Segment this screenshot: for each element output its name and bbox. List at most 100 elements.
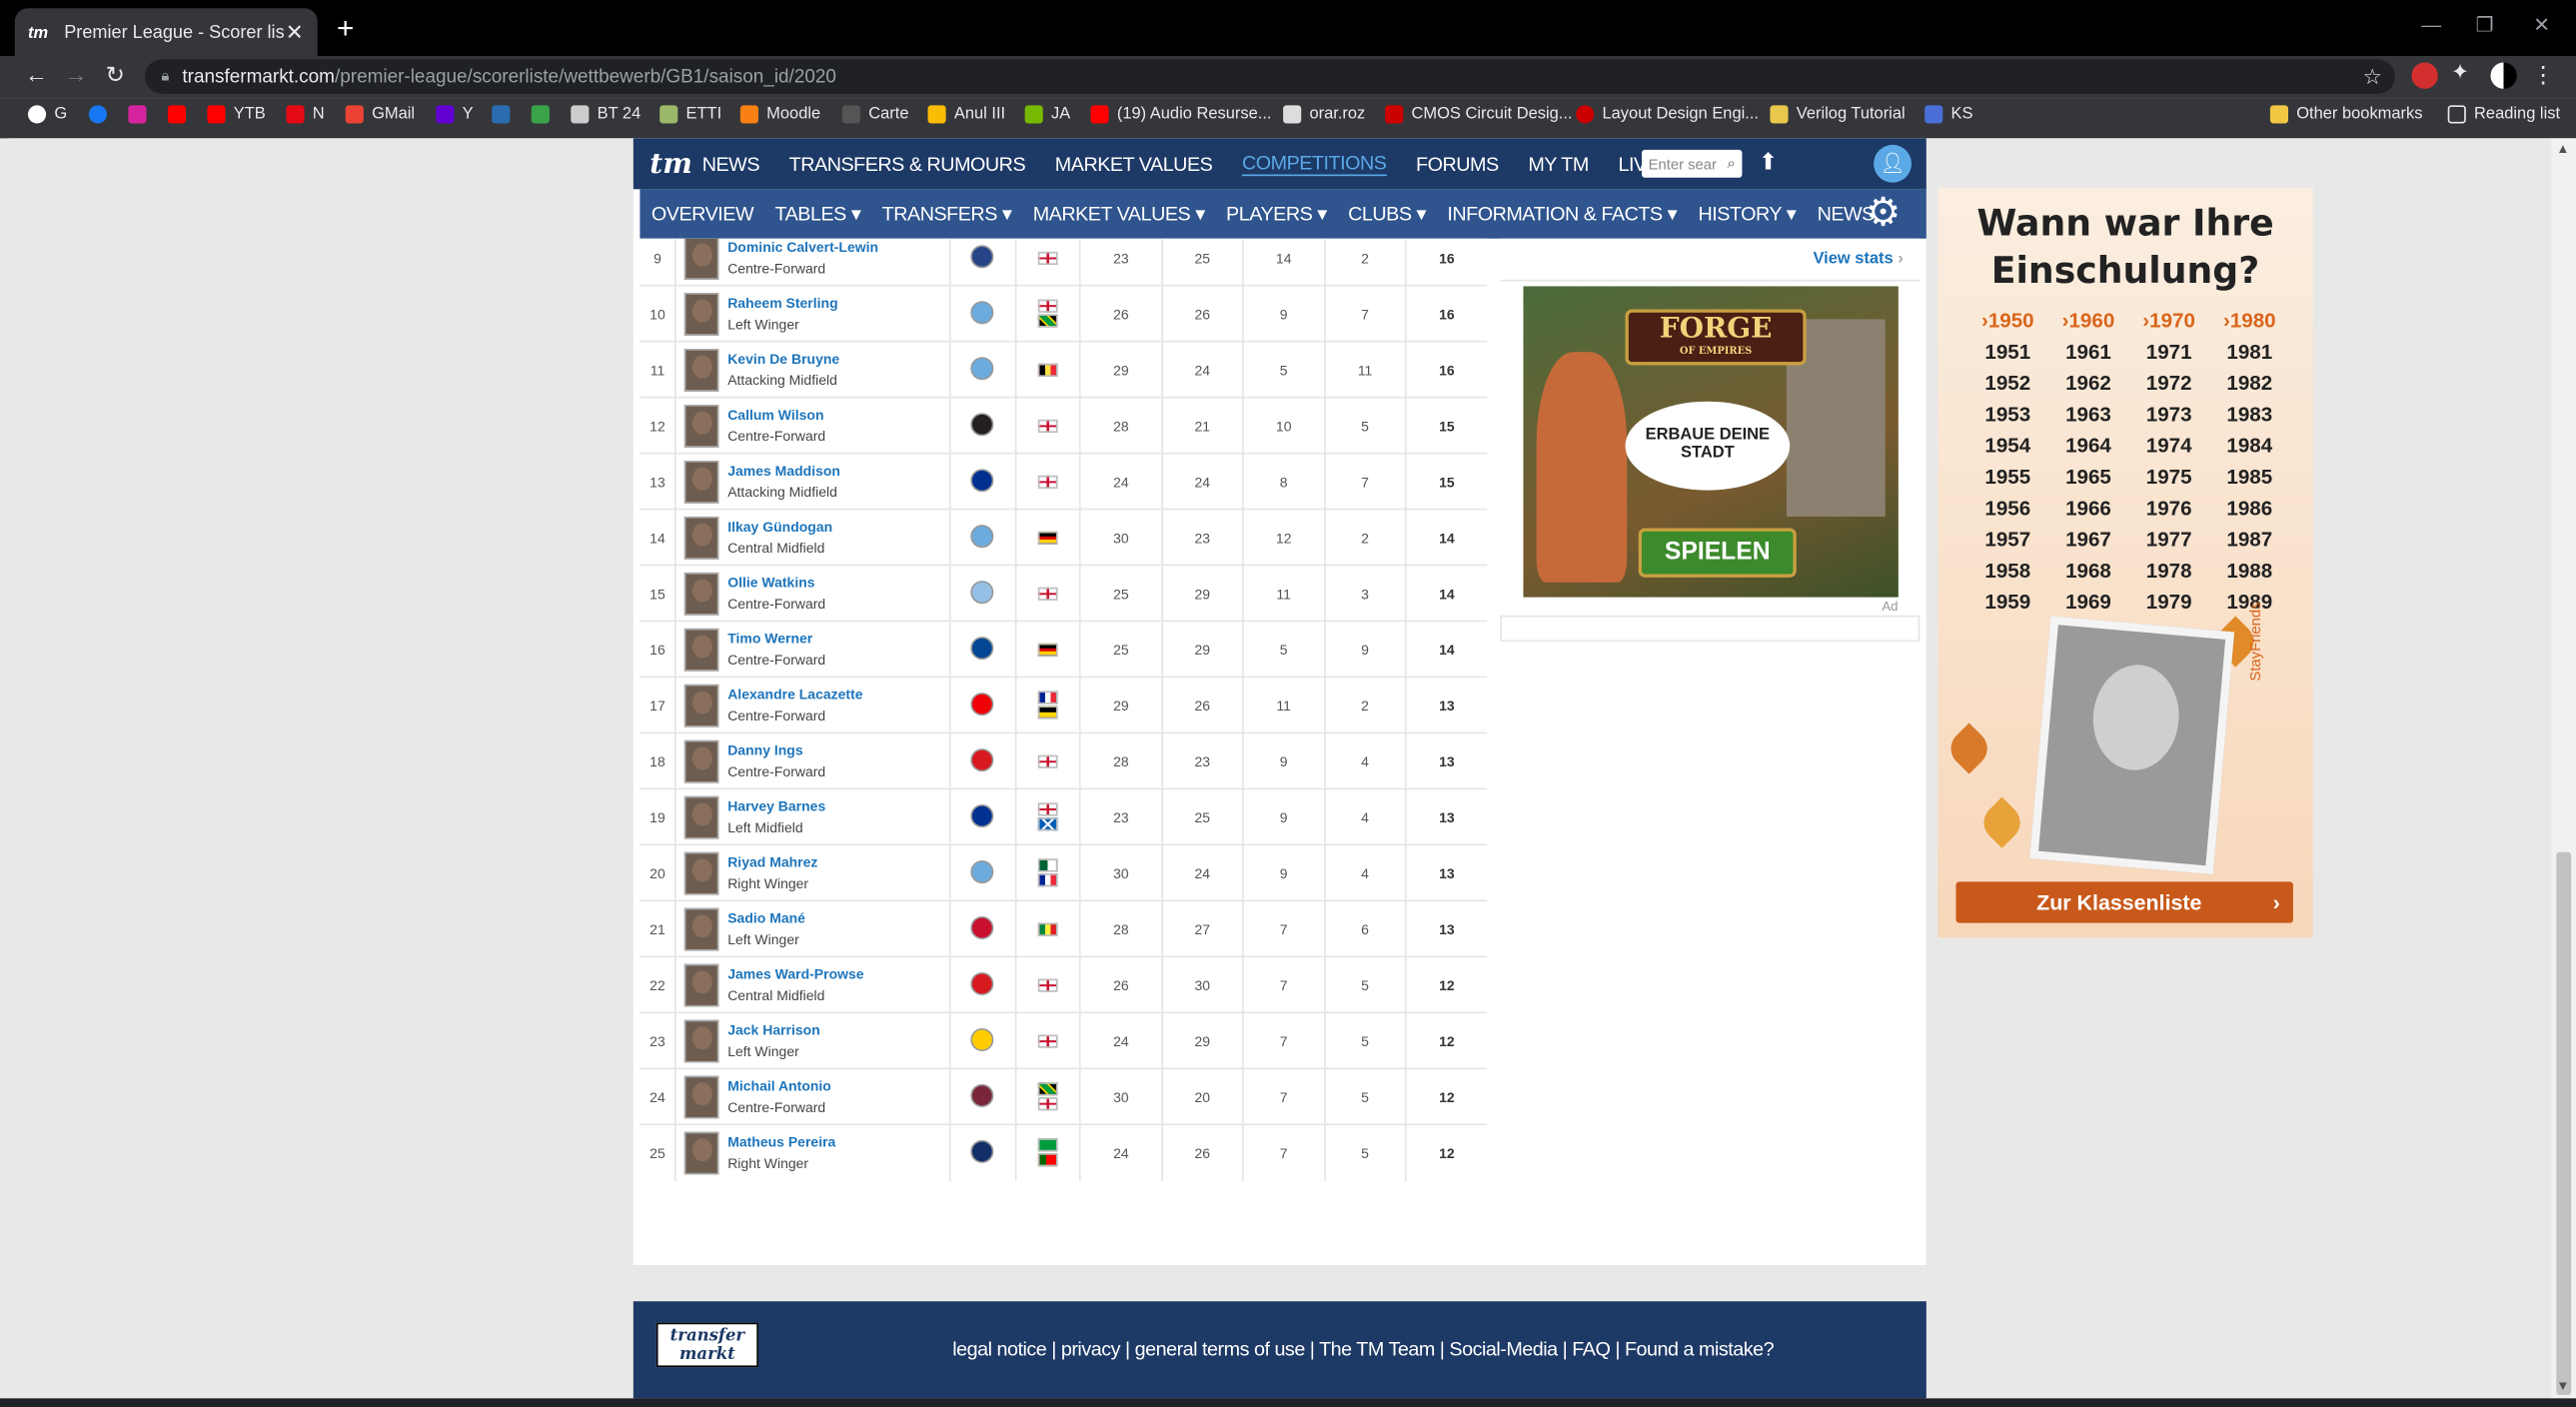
scroll-down-icon[interactable]: ▼ — [2556, 1379, 2569, 1394]
player-name-link[interactable]: Harvey Barnes — [727, 795, 825, 816]
player-photo[interactable] — [684, 850, 719, 894]
menu-kebab-icon[interactable]: ⋮ — [2530, 61, 2556, 89]
year-link[interactable]: 1961 — [2048, 339, 2129, 367]
year-link[interactable]: ›1980 — [2209, 308, 2290, 336]
nav-news[interactable]: NEWS — [702, 152, 760, 175]
player-name-link[interactable]: Raheem Sterling — [727, 292, 837, 313]
footer-links[interactable]: legal notice | privacy | general terms o… — [952, 1337, 1774, 1360]
club-crest-icon[interactable] — [970, 1139, 994, 1163]
search-input[interactable]: Enter sear ⌕ — [1642, 149, 1743, 178]
player-name-link[interactable]: Dominic Calvert-Lewin — [727, 239, 878, 258]
year-link[interactable]: 1967 — [2048, 527, 2129, 555]
club-crest-icon[interactable] — [970, 692, 994, 715]
year-link[interactable]: 1973 — [2128, 402, 2209, 430]
player-name-link[interactable]: Riyad Mahrez — [727, 851, 817, 872]
bookmark-item[interactable]: KS — [1925, 105, 1972, 124]
forge-of-empires-ad[interactable]: FORGE OF EMPIRES ERBAUE DEINE STADT SPIEL… — [1523, 286, 1899, 598]
club-crest-icon[interactable] — [970, 524, 994, 548]
bookmark-item[interactable]: Moodle — [739, 105, 820, 124]
subnav-players[interactable]: PLAYERS ▾ — [1226, 202, 1327, 225]
back-icon[interactable]: ← — [23, 61, 49, 87]
year-link[interactable]: 1985 — [2209, 464, 2290, 492]
player-name-link[interactable]: Danny Ings — [727, 739, 825, 760]
close-tab-icon[interactable]: ✕ — [285, 19, 305, 45]
year-link[interactable]: 1977 — [2128, 527, 2209, 555]
player-photo[interactable] — [684, 628, 719, 671]
year-link[interactable]: 1955 — [1967, 464, 2048, 492]
player-photo[interactable] — [684, 460, 719, 503]
bookmark-item[interactable]: BT 24 — [571, 105, 641, 124]
bookmark-item[interactable]: Verilog Tutorial — [1770, 105, 1906, 124]
club-crest-icon[interactable] — [970, 244, 994, 268]
bookmark-item[interactable]: orar.roz — [1283, 105, 1365, 124]
year-link[interactable]: 1954 — [1967, 433, 2048, 461]
tm-logo[interactable]: tm — [649, 147, 692, 180]
club-crest-icon[interactable] — [970, 580, 994, 604]
year-link[interactable]: 1982 — [2209, 370, 2290, 398]
year-link[interactable]: 1974 — [2128, 433, 2209, 461]
nav-forums[interactable]: FORUMS — [1416, 152, 1499, 175]
year-link[interactable]: 1962 — [2048, 370, 2129, 398]
year-link[interactable]: 1986 — [2209, 496, 2290, 524]
subnav-information[interactable]: INFORMATION & FACTS ▾ — [1447, 202, 1677, 225]
player-name-link[interactable]: Kevin De Bruyne — [727, 348, 839, 369]
player-photo[interactable] — [684, 684, 719, 726]
subnav-transfers[interactable]: TRANSFERS ▾ — [882, 202, 1012, 225]
nav-transfers[interactable]: TRANSFERS & RUMOURS — [789, 152, 1026, 175]
subnav-clubs[interactable]: CLUBS ▾ — [1348, 202, 1426, 225]
year-link[interactable]: 1966 — [2048, 496, 2129, 524]
year-link[interactable]: 1965 — [2048, 464, 2129, 492]
player-photo[interactable] — [684, 739, 719, 782]
club-crest-icon[interactable] — [970, 1083, 994, 1107]
player-photo[interactable] — [684, 572, 719, 615]
bookmark-star-icon[interactable]: ☆ — [2363, 63, 2382, 89]
club-crest-icon[interactable] — [970, 803, 994, 827]
year-link[interactable]: 1969 — [2048, 589, 2129, 617]
player-photo[interactable] — [684, 404, 719, 447]
year-link[interactable]: 1976 — [2128, 496, 2209, 524]
year-link[interactable]: 1963 — [2048, 402, 2129, 430]
bookmark-item[interactable]: N — [286, 105, 325, 124]
player-photo[interactable] — [684, 516, 719, 559]
profile-avatar-icon[interactable] — [2490, 62, 2517, 89]
upload-arrow-icon[interactable]: ⬆ — [1759, 148, 1778, 176]
year-link[interactable]: 1979 — [2128, 589, 2209, 617]
year-link[interactable]: ›1960 — [2048, 308, 2129, 336]
scroll-up-icon[interactable]: ▲ — [2556, 142, 2569, 157]
club-crest-icon[interactable] — [970, 971, 994, 995]
subnav-tables[interactable]: TABLES ▾ — [775, 202, 861, 225]
player-photo[interactable] — [684, 292, 719, 336]
footer-logo[interactable]: transfer markt — [655, 1322, 758, 1368]
player-photo[interactable] — [684, 238, 719, 280]
year-link[interactable]: 1978 — [2128, 558, 2209, 586]
forward-icon[interactable]: → — [63, 61, 89, 87]
year-link[interactable]: 1952 — [1967, 370, 2048, 398]
player-photo[interactable] — [684, 794, 719, 838]
player-name-link[interactable]: Michail Antonio — [727, 1075, 831, 1096]
bookmark-item[interactable]: Y — [436, 105, 474, 124]
year-link[interactable]: 1953 — [1967, 402, 2048, 430]
player-name-link[interactable]: Timo Werner — [727, 628, 825, 649]
year-link[interactable]: 1981 — [2209, 339, 2290, 367]
bookmark-item[interactable]: YTB — [207, 105, 266, 124]
reload-icon[interactable]: ↻ — [102, 61, 128, 89]
club-crest-icon[interactable] — [970, 859, 994, 883]
restore-icon[interactable]: ❐ — [2476, 13, 2494, 36]
club-crest-icon[interactable] — [970, 747, 994, 771]
nav-market-values[interactable]: MARKET VALUES — [1055, 152, 1213, 175]
subnav-history[interactable]: HISTORY ▾ — [1698, 202, 1796, 225]
year-link[interactable]: 1972 — [2128, 370, 2209, 398]
other-bookmarks[interactable]: Other bookmarks — [2269, 105, 2423, 124]
subnav-market-values[interactable]: MARKET VALUES ▾ — [1033, 202, 1205, 225]
bookmark-item[interactable]: GMail — [345, 105, 415, 124]
player-name-link[interactable]: Sadio Mané — [727, 907, 805, 928]
reading-list[interactable]: Reading list — [2447, 105, 2560, 124]
bookmark-item[interactable] — [492, 105, 518, 124]
bookmark-item[interactable]: CMOS Circuit Desig... — [1385, 105, 1573, 124]
bookmark-item[interactable] — [531, 105, 558, 124]
player-photo[interactable] — [684, 348, 719, 391]
bookmark-item[interactable]: ETTI — [659, 105, 721, 124]
extension-adblock-icon[interactable] — [2411, 62, 2438, 89]
year-link[interactable]: 1988 — [2209, 558, 2290, 586]
player-name-link[interactable]: Ilkay Gündogan — [727, 516, 832, 537]
